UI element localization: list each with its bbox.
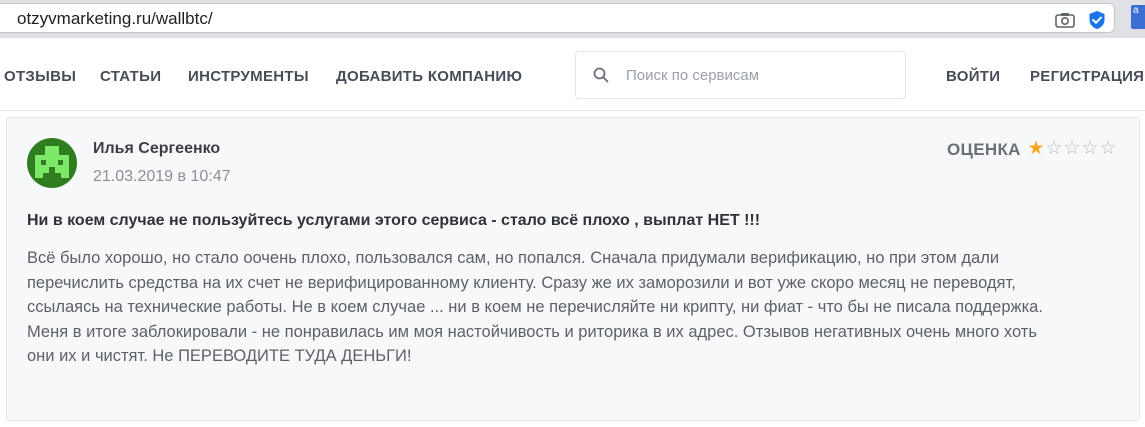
search-icon (593, 67, 609, 83)
review-author[interactable]: Илья Сергеенко (93, 140, 220, 158)
login-link[interactable]: ВОЙТИ (946, 68, 1000, 85)
camera-icon[interactable] (1055, 12, 1075, 28)
register-link[interactable]: РЕГИСТРАЦИЯ (1030, 68, 1144, 85)
review-body-line: ссылаясь на технические работы. Не в кое… (27, 298, 1043, 316)
extension-icon[interactable]: a (1131, 5, 1145, 29)
star-filled-icon: ★ (1027, 138, 1045, 159)
search-input[interactable] (626, 64, 886, 86)
star-empty-icon: ☆ (1063, 138, 1081, 159)
avatar (27, 138, 77, 188)
review-body-line: Всё было хорошо, но стало оочень плохо, … (27, 249, 1000, 267)
star-empty-icon: ☆ (1081, 138, 1099, 159)
star-empty-icon: ☆ (1099, 138, 1117, 159)
review-date: 21.03.2019 в 10:47 (93, 168, 231, 185)
nav-reviews[interactable]: ОТЗЫВЫ (4, 68, 76, 85)
site-nav: ОТЗЫВЫ СТАТЬИ ИНСТРУМЕНТЫ ДОБАВИТЬ КОМПА… (0, 38, 1145, 111)
review-body-line: перечислить средства на их счет не вериф… (27, 273, 1016, 292)
nav-articles[interactable]: СТАТЬИ (100, 68, 161, 85)
rating-label: ОЦЕНКА (947, 140, 1021, 159)
review-body: Всё было хорошо, но стало оочень плохо, … (27, 246, 1127, 369)
review-body-line: они их и чистят. Не ПЕРЕВОДИТЕ ТУДА ДЕНЬ… (27, 347, 412, 365)
url-text[interactable]: otzyvmarketing.ru/wallbtc/ (17, 9, 213, 29)
star-empty-icon: ☆ (1045, 138, 1063, 159)
browser-address-bar: otzyvmarketing.ru/wallbtc/ a (0, 0, 1145, 38)
review-card: Илья Сергеенко 21.03.2019 в 10:47 ОЦЕНКА… (6, 117, 1140, 421)
url-box[interactable]: otzyvmarketing.ru/wallbtc/ (0, 3, 1115, 33)
search-box[interactable] (575, 51, 906, 99)
rating-stars: ★ ☆ ☆ ☆ ☆ (1027, 139, 1117, 159)
shield-check-icon[interactable] (1088, 10, 1106, 30)
review-title: Ни в коем случае не пользуйтесь услугами… (27, 212, 761, 229)
review-body-line: Меня в итоге заблокировали - не понравил… (27, 322, 1037, 341)
nav-add-company[interactable]: ДОБАВИТЬ КОМПАНИЮ (336, 68, 522, 85)
nav-tools[interactable]: ИНСТРУМЕНТЫ (188, 68, 309, 85)
